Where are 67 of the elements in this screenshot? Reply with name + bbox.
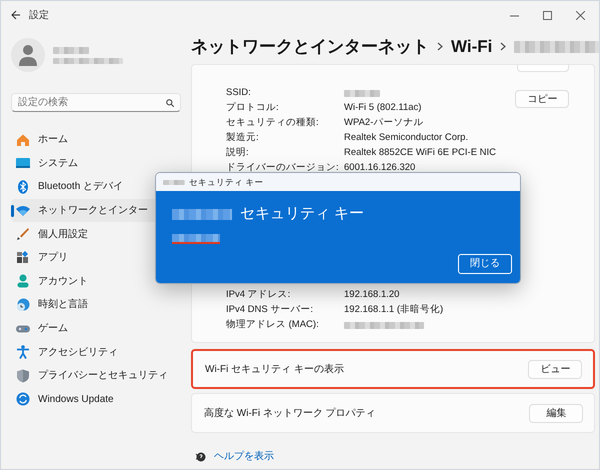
property-value: 6001.16.126.320 <box>344 161 416 176</box>
person-icon <box>16 274 30 288</box>
property-label: 製造元: <box>226 131 260 146</box>
property-value: WPA2-パーソナル <box>344 116 424 130</box>
close-button[interactable]: 閉じる <box>458 254 512 274</box>
sidebar-item[interactable]: アクセシビリティ <box>11 340 181 364</box>
search-box[interactable]: 設定の検索 <box>11 93 181 112</box>
back-icon[interactable] <box>11 10 21 20</box>
sidebar-item[interactable]: Bluetooth とデバイ <box>11 175 181 199</box>
home-icon <box>16 132 30 147</box>
dialog-title: セキュリティ キー <box>189 176 264 188</box>
blurred-text <box>172 234 220 242</box>
setting-button[interactable]: ビュー <box>528 360 582 378</box>
blurred-text <box>53 58 123 64</box>
setting-label: Wi-Fi セキュリティ キーの表示 <box>205 362 345 376</box>
shield-icon <box>16 368 30 383</box>
property-label: プロトコル: <box>226 101 280 116</box>
help-link[interactable]: ヘルプを表示 <box>214 449 274 464</box>
sidebar-item[interactable]: アカウント <box>11 270 181 294</box>
blurred-text <box>53 46 89 54</box>
dialog-heading: セキュリティ キー <box>240 204 364 224</box>
help-icon <box>195 451 206 462</box>
globe-clock-icon <box>16 298 30 312</box>
sidebar-item[interactable]: 個人用設定 <box>11 222 181 246</box>
property-label: 物理アドレス (MAC): <box>226 318 320 332</box>
sidebar-item[interactable]: アプリ <box>11 246 181 270</box>
property-value: Wi-Fi 5 (802.11ac) <box>344 101 422 116</box>
wifi-icon <box>16 204 30 218</box>
sidebar-item[interactable]: 時刻と言語 <box>11 293 181 317</box>
property-label: SSID: <box>226 86 252 100</box>
setting-label: 高度な Wi-Fi ネットワーク プロパティ <box>204 406 377 420</box>
underline-mark <box>172 242 220 244</box>
property-label: IPv4 アドレス: <box>226 288 292 302</box>
property-label: 説明: <box>226 146 250 160</box>
blurred-text <box>172 208 232 220</box>
setting-button[interactable]: 編集 <box>529 404 584 422</box>
sidebar-item[interactable]: システム <box>11 152 181 176</box>
property-label: IPv4 DNS サーバー: <box>226 303 314 318</box>
avatar <box>11 38 45 72</box>
update-icon <box>16 392 30 406</box>
property-value: 192.168.1.1 (非暗号化) <box>344 303 444 318</box>
blurred-text <box>344 90 380 97</box>
sidebar-item[interactable]: ゲーム <box>11 316 181 340</box>
maximize-icon[interactable] <box>543 10 552 20</box>
breadcrumb-item[interactable]: ネットワークとインターネット <box>191 34 429 60</box>
monitor-icon <box>16 156 30 170</box>
brush-icon <box>16 227 30 242</box>
window-title: 設定 <box>29 8 49 22</box>
sidebar-item[interactable]: プライバシーとセキュリティ <box>11 364 181 388</box>
search-field[interactable]: 設定の検索 <box>18 95 166 110</box>
property-value: 192.168.1.20 <box>344 288 400 302</box>
sidebar-item[interactable]: ホーム <box>11 128 181 152</box>
bluetooth-icon <box>16 180 30 194</box>
property-value: Realtek 8852CE WiFi 6E PCI-E NIC <box>344 146 496 160</box>
sidebar-item[interactable]: Windows Update <box>11 388 181 412</box>
property-label: セキュリティの種類: <box>226 116 320 130</box>
chevron-icon <box>500 42 506 51</box>
chevron-icon <box>437 42 443 51</box>
close-icon[interactable] <box>576 10 585 20</box>
apps-icon <box>16 250 30 265</box>
property-value: Realtek Semiconductor Corp. <box>344 131 468 146</box>
accessibility-icon <box>16 345 30 360</box>
copy-button[interactable]: コピー <box>515 90 570 108</box>
property-label: ドライバーのバージョン: <box>226 161 340 176</box>
blurred-text <box>163 180 185 184</box>
search-icon <box>166 98 174 106</box>
breadcrumb-item[interactable]: Wi-Fi <box>451 34 492 60</box>
